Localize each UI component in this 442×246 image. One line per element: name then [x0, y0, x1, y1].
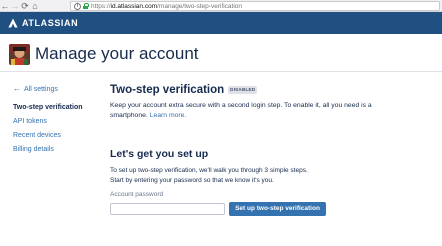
learn-more-link[interactable]: Learn more. [150, 112, 187, 119]
url-scheme: https:// [91, 2, 111, 10]
user-avatar[interactable] [9, 43, 30, 65]
address-bar[interactable]: i https://id.atlassian.com/manage/two-st… [70, 1, 440, 11]
atlassian-header: ATLASSIAN [0, 12, 442, 34]
browser-toolbar: ← → ⟳ ⌂ i https://id.atlassian.com/manag… [0, 0, 442, 12]
sidebar-item-api-tokens[interactable]: API tokens [13, 115, 103, 129]
back-arrow-icon[interactable]: ← [0, 0, 10, 12]
sidebar-item-two-step-verification[interactable]: Two-step verification [13, 101, 103, 115]
home-icon[interactable]: ⌂ [30, 0, 40, 12]
intro-text: Keep your account extra secure with a se… [110, 101, 380, 121]
header-divider [0, 71, 442, 72]
setup-description: To set up two-step verification, we'll w… [110, 166, 390, 186]
setup-line-1: To set up two-step verification, we'll w… [110, 167, 308, 174]
sidebar-item-recent-devices[interactable]: Recent devices [13, 129, 103, 143]
setup-two-step-button[interactable]: Set up two-step verification [229, 202, 326, 216]
url-host: id.atlassian.com [110, 2, 158, 10]
brand-name[interactable]: ATLASSIAN [22, 18, 78, 28]
forward-arrow-icon[interactable]: → [10, 0, 20, 12]
section-heading: Two-step verification DISABLED [110, 83, 430, 97]
main-content: Two-step verification DISABLED Keep your… [110, 83, 430, 121]
password-field[interactable] [110, 203, 225, 215]
page-title: Manage your account [35, 44, 199, 63]
url-text: https://id.atlassian.com/manage/two-step… [91, 3, 242, 10]
status-badge: DISABLED [228, 86, 258, 94]
reload-icon[interactable]: ⟳ [20, 0, 30, 12]
atlassian-logo-icon[interactable] [8, 18, 18, 28]
password-label: Account password [110, 191, 164, 198]
arrow-left-icon: ← [13, 84, 21, 93]
setup-heading: Let's get you set up [110, 148, 209, 160]
setup-line-2: Start by entering your password so that … [110, 177, 274, 184]
lock-icon [83, 3, 89, 9]
sidebar-item-billing-details[interactable]: Billing details [13, 143, 103, 157]
avatar-image [9, 43, 30, 65]
settings-sidebar: ← All settings Two-step verification API… [13, 85, 103, 157]
all-settings-label: All settings [24, 85, 58, 93]
url-path: /manage/two-step-verification [157, 2, 243, 10]
section-title: Two-step verification [110, 84, 225, 96]
info-icon[interactable]: i [74, 2, 81, 10]
all-settings-link[interactable]: ← All settings [13, 85, 103, 93]
page-header: Manage your account [9, 42, 199, 66]
